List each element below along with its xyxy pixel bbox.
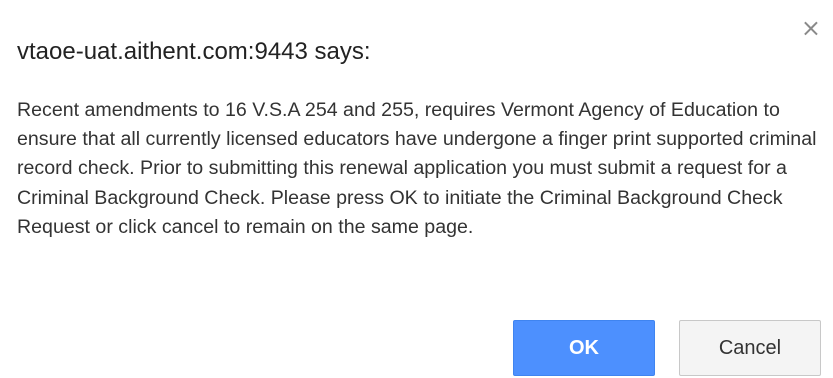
cancel-button[interactable]: Cancel	[679, 320, 821, 376]
ok-button[interactable]: OK	[513, 320, 655, 376]
dialog-title: vtaoe-uat.aithent.com:9443 says:	[17, 38, 371, 65]
dialog-message: Recent amendments to 16 V.S.A 254 and 25…	[17, 99, 817, 238]
dialog-actions: OK Cancel	[513, 320, 821, 376]
alert-dialog: × vtaoe-uat.aithent.com:9443 says: Recen…	[0, 0, 833, 378]
close-icon[interactable]: ×	[801, 16, 821, 40]
